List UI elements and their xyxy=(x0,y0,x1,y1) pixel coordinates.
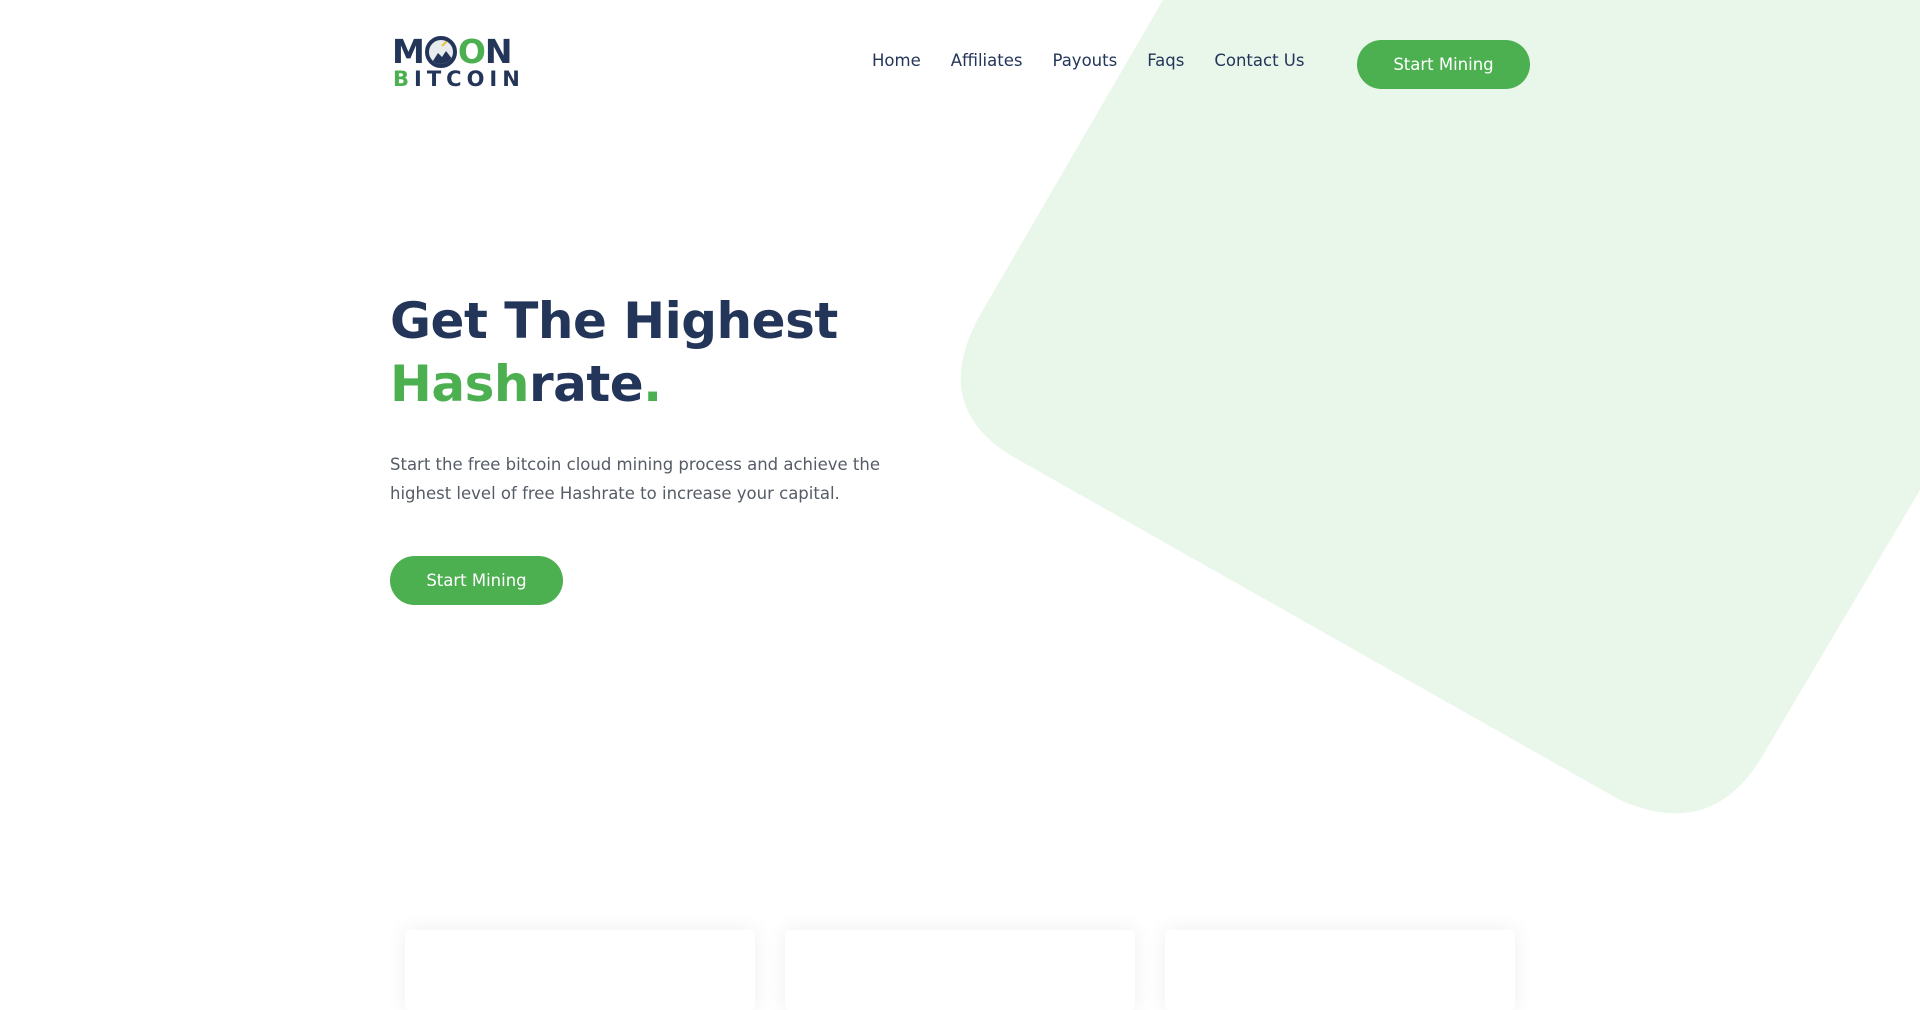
logo-wordmark-bottom: BITCOIN xyxy=(393,68,525,90)
logo-letters-itcoin: ITCOIN xyxy=(414,67,525,91)
nav-payouts-link[interactable]: Payouts xyxy=(1052,48,1117,74)
site-header: M O N BITCOIN Home Affiliates Payouts Fa… xyxy=(0,0,1920,130)
logo-wordmark-top: M O N xyxy=(392,32,513,71)
hero-title-line1: Get The Highest xyxy=(390,292,838,350)
hero-start-mining-button[interactable]: Start Mining xyxy=(390,556,563,605)
moon-icon xyxy=(424,36,457,68)
feature-card xyxy=(1165,930,1515,1010)
nav-contact-link[interactable]: Contact Us xyxy=(1214,48,1304,74)
nav-faqs-link[interactable]: Faqs xyxy=(1147,48,1184,74)
logo-letter-n: N xyxy=(484,32,513,71)
hero-title-highlight: Hash xyxy=(390,355,529,413)
logo-letter-o: O xyxy=(457,32,486,71)
logo-letter-b: B xyxy=(393,67,415,91)
feature-card xyxy=(405,930,755,1010)
main-nav: Home Affiliates Payouts Faqs Contact Us xyxy=(872,48,1334,74)
hero-section: Get The Highest Hashrate. Start the free… xyxy=(390,290,950,605)
header-start-mining-button[interactable]: Start Mining xyxy=(1357,40,1530,89)
hero-background-shape xyxy=(960,0,1920,814)
nav-affiliates-link[interactable]: Affiliates xyxy=(951,48,1023,74)
hero-description: Start the free bitcoin cloud mining proc… xyxy=(390,455,880,503)
feature-card xyxy=(785,930,1135,1010)
hero-title: Get The Highest Hashrate. xyxy=(390,290,950,416)
moon-bitcoin-logo[interactable]: M O N BITCOIN xyxy=(392,32,520,92)
hero-title-rest: rate xyxy=(528,355,644,413)
nav-home-link[interactable]: Home xyxy=(872,48,921,74)
logo-letter-m: M xyxy=(392,32,425,71)
hero-title-dot: . xyxy=(643,355,662,413)
